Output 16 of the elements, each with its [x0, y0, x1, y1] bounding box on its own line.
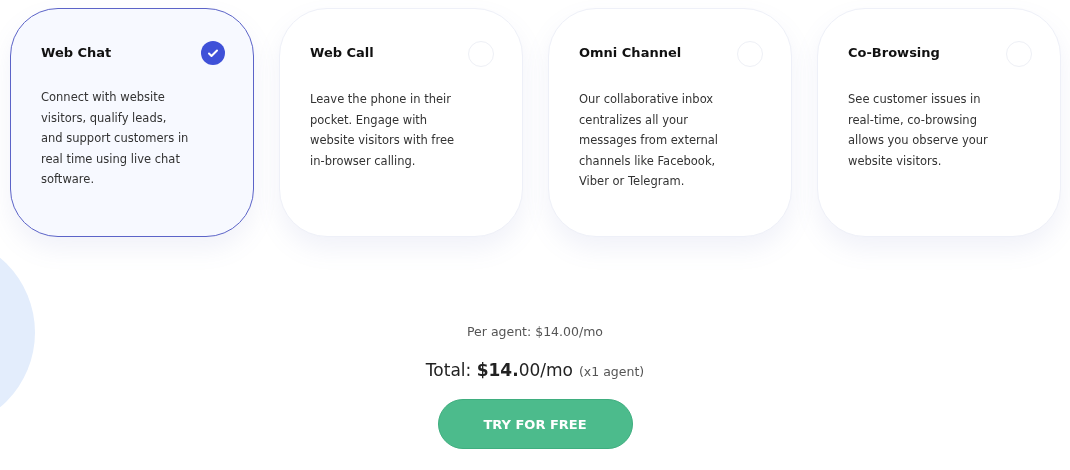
- plan-card[interactable]: Web Chat Connect with website visitors, qualify leads, and support customers in real time using live chat software.: [10, 8, 254, 237]
- plan-card[interactable]: Co-Browsing See customer issues in real-time, co-browsing allows you observe your website visitors.: [817, 8, 1061, 237]
- plan-title: Web Call: [310, 44, 374, 62]
- plan-description: Connect with website visitors, qualify leads, and support customers in real time using live chat software.: [41, 89, 190, 188]
- plan-title: Omni Channel: [579, 44, 682, 62]
- checkmark-icon: [201, 41, 225, 65]
- plan-title: Co-Browsing: [848, 44, 940, 62]
- plan-card[interactable]: Web Call Leave the phone in their pocket. Engage with website visitors with free in-browser calling.: [279, 8, 523, 237]
- plan-description: Leave the phone in their pocket. Engage with website visitors with free in-browser calling.: [310, 91, 456, 170]
- plan-description: See customer issues in real-time, co-browsing allows you observe your website visitors.: [848, 91, 989, 170]
- plan-description: Our collaborative inbox centralizes all your messages from external channels like Facebook, Viber or Telegram.: [579, 91, 720, 190]
- agent-count: (x1 agent): [578, 362, 645, 381]
- plan-title: Web Chat: [41, 44, 112, 62]
- plan-card[interactable]: Omni Channel Our collaborative inbox centralizes all your messages from external channels like Facebook, Viber or Telegram.: [548, 8, 792, 237]
- total-price: Total: $14.00/mo: [425, 358, 573, 382]
- per-agent-price: Per agent: $14.00/mo: [467, 323, 603, 341]
